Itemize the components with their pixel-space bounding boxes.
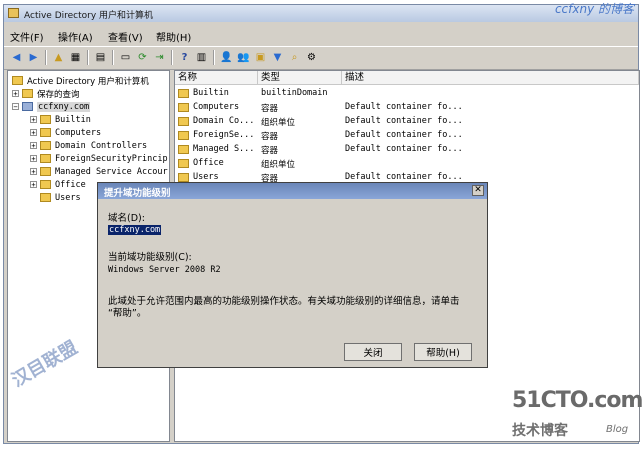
help-button[interactable]: 帮助(H) (414, 343, 472, 361)
title-bar[interactable]: Active Directory 用户和计算机 (4, 5, 638, 22)
export-list-icon[interactable]: ⇥ (152, 50, 167, 64)
folder-icon (40, 193, 51, 202)
close-icon[interactable]: ✕ (472, 185, 484, 196)
raise-domain-level-dialog: 提升域功能级别 ✕ 域名(D): ccfxny.com 当前域功能级别(C): … (97, 182, 488, 368)
tree-item-builtin[interactable]: + Builtin (30, 113, 91, 126)
folder-icon (40, 115, 51, 124)
folder-icon (40, 141, 51, 150)
domain-name-value-wrap: ccfxny.com (108, 225, 162, 235)
expand-icon[interactable]: + (30, 181, 37, 189)
tree-item-office[interactable]: + Office (30, 178, 86, 191)
folder-icon (178, 89, 189, 98)
domain-name-value[interactable]: ccfxny.com (108, 225, 162, 235)
column-header-type[interactable]: 类型 (258, 71, 342, 85)
domain-icon (22, 102, 33, 111)
tree-root[interactable]: Active Directory 用户和计算机 (12, 74, 149, 87)
tree-item-users[interactable]: Users (40, 191, 81, 204)
menu-bar: 文件(F) 操作(A) 查看(V) 帮助(H) (4, 27, 638, 44)
forward-arrow-icon[interactable]: ▶ (26, 50, 41, 64)
menu-view[interactable]: 查看(V) (108, 29, 143, 44)
window-title: Active Directory 用户和计算机 (24, 11, 154, 21)
folder-icon (178, 173, 189, 182)
folder-icon (178, 131, 189, 140)
tree-item-computers[interactable]: + Computers (30, 126, 101, 139)
folder-icon (40, 154, 51, 163)
new-group-icon[interactable]: 👥 (236, 50, 251, 64)
table-row[interactable]: Builtin builtinDomain (175, 87, 635, 100)
copy-icon[interactable]: ▤ (93, 50, 108, 64)
dialog-title-bar[interactable]: 提升域功能级别 ✕ (98, 183, 487, 199)
folder-icon (40, 180, 51, 189)
back-arrow-icon[interactable]: ◀ (9, 50, 24, 64)
tree-item-saved-queries[interactable]: + 保存的查询 (12, 87, 80, 100)
blog-watermark: ccfxny 的博客 (554, 2, 634, 16)
table-row[interactable]: Managed S... 容器 Default container fo... (175, 143, 635, 156)
menu-file[interactable]: 文件(F) (10, 29, 44, 44)
column-header-name[interactable]: 名称 (175, 71, 258, 85)
folder-icon (12, 76, 23, 85)
dialog-title: 提升域功能级别 (104, 188, 171, 199)
find-icon[interactable]: ⌕ (287, 50, 302, 64)
table-row[interactable]: Computers 容器 Default container fo... (175, 101, 635, 114)
table-row[interactable]: Office 组织单位 (175, 157, 635, 170)
menu-action[interactable]: 操作(A) (58, 29, 93, 44)
folder-icon (178, 145, 189, 154)
help-icon[interactable]: ? (177, 50, 192, 64)
expand-icon[interactable]: + (12, 90, 19, 98)
up-folder-icon[interactable]: ▲ (51, 50, 66, 64)
column-header-description[interactable]: 描述 (342, 71, 639, 85)
watermark-tech-blog: 技术博客 (512, 423, 568, 439)
refresh-icon[interactable]: ⟳ (135, 50, 150, 64)
show-tree-icon[interactable]: ▦ (68, 50, 83, 64)
table-row[interactable]: ForeignSe... 容器 Default container fo... (175, 129, 635, 142)
folder-icon (40, 167, 51, 176)
watermark-blog: Blog (606, 424, 629, 435)
current-level-value: Windows Server 2008 R2 (108, 265, 221, 275)
new-user-icon[interactable]: 👤 (219, 50, 234, 64)
current-level-label: 当前域功能级别(C): (108, 252, 192, 263)
expand-icon[interactable]: + (30, 155, 37, 163)
message-line-1: 此域处于允许范围内最高的功能级别操作状态。有关域功能级别的详细信息，请单击 (108, 296, 460, 307)
table-row[interactable]: Domain Co... 组织单位 Default container fo..… (175, 115, 635, 128)
app-icon (8, 8, 19, 18)
message-line-2: “帮助”。 (108, 308, 147, 319)
new-ou-icon[interactable]: ▣ (253, 50, 268, 64)
tree-item-domain[interactable]: − ccfxny.com (12, 100, 91, 113)
menu-help[interactable]: 帮助(H) (156, 29, 191, 44)
expand-icon[interactable]: + (30, 129, 37, 137)
watermark-51cto: 51CTO.com (512, 388, 643, 413)
expand-icon[interactable]: + (30, 168, 37, 176)
toolbar: ◀ ▶ ▲ ▦ ▤ ▭ ⟳ ⇥ ? ▥ 👤 👥 ▣ ▼ ⌕ ⚙ (4, 46, 638, 70)
expand-icon[interactable]: + (30, 116, 37, 124)
properties-icon[interactable]: ▭ (118, 50, 133, 64)
domain-name-label: 域名(D): (108, 213, 145, 224)
action-pane-icon[interactable]: ▥ (194, 50, 209, 64)
add-to-group-icon[interactable]: ⚙ (304, 50, 319, 64)
folder-icon (40, 128, 51, 137)
folder-icon (178, 159, 189, 168)
filter-icon[interactable]: ▼ (270, 50, 285, 64)
folder-icon (22, 89, 33, 98)
tree-item-domain-controllers[interactable]: + Domain Controllers (30, 139, 147, 152)
expand-icon[interactable]: + (30, 142, 37, 150)
close-button[interactable]: 关闭 (344, 343, 402, 361)
tree-item-managed-service[interactable]: + Managed Service Accour (30, 165, 168, 178)
collapse-icon[interactable]: − (12, 103, 19, 111)
tree-item-foreign-security[interactable]: + ForeignSecurityPrincip (30, 152, 168, 165)
folder-icon (178, 103, 189, 112)
folder-icon (178, 117, 189, 126)
